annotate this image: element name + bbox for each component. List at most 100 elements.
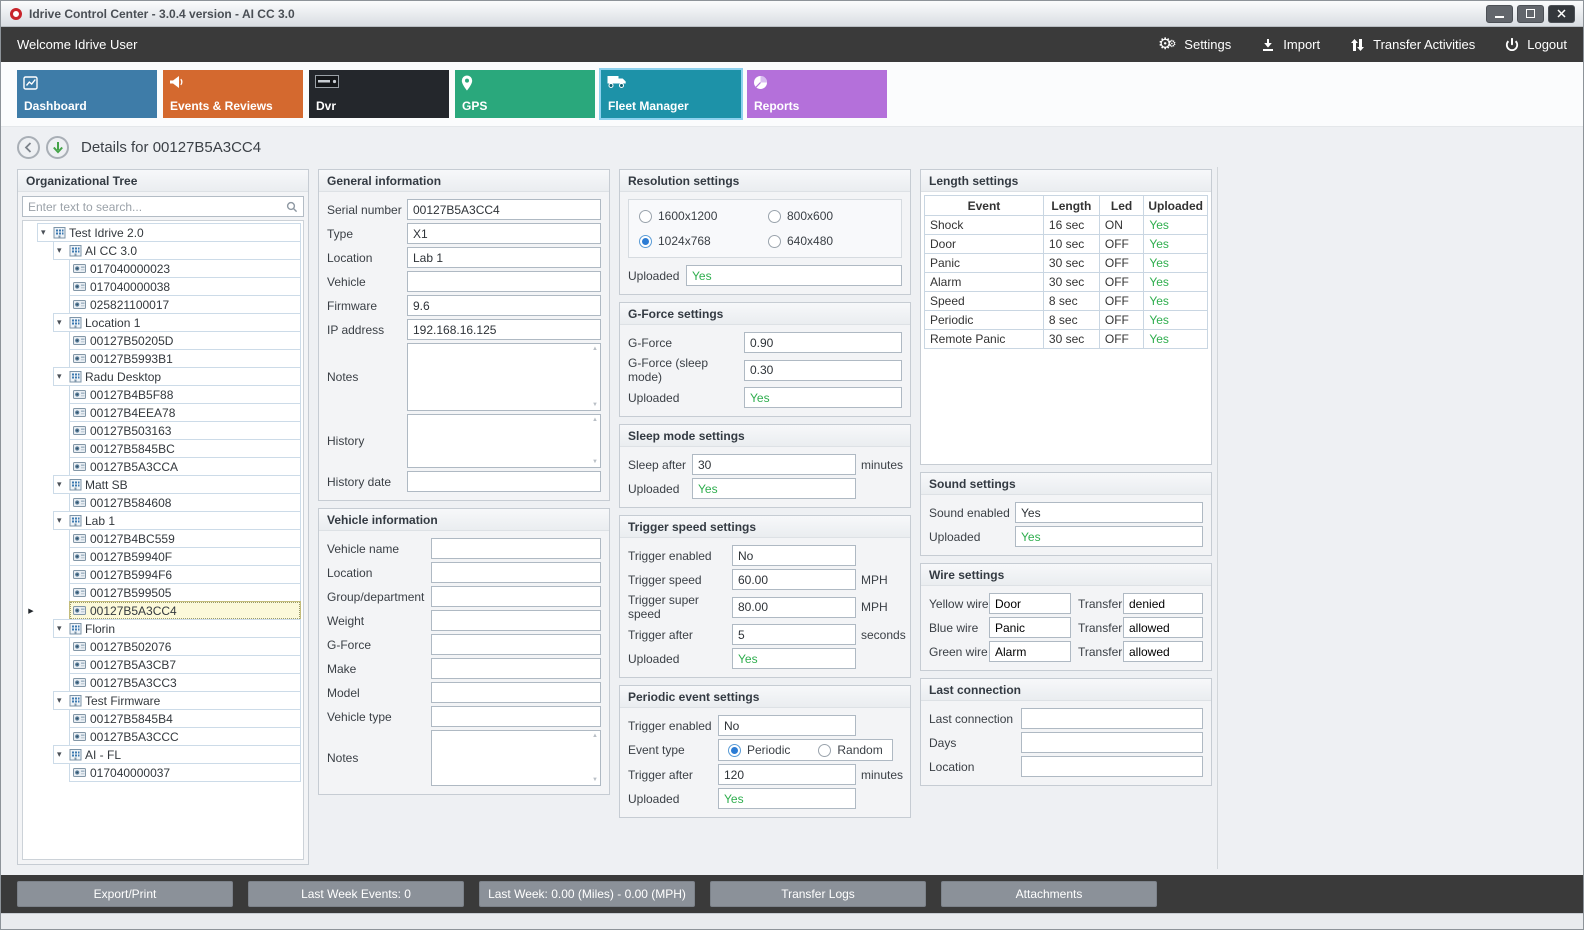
download-details-button[interactable] [46, 136, 69, 159]
tree-device-00127b4bc559[interactable]: 00127B4BC559 [69, 529, 301, 548]
length-row-remote-panic[interactable]: Remote Panic30 secOFFYes [925, 330, 1208, 349]
scroll-up-icon[interactable]: ▲ [592, 346, 598, 352]
length-row-door[interactable]: Door10 secOFFYes [925, 235, 1208, 254]
tab-gps[interactable]: GPS [455, 70, 595, 118]
search-input[interactable] [22, 196, 304, 217]
footer-button-attachments[interactable]: Attachments [941, 881, 1157, 907]
tree-device-00127b5a3ccc[interactable]: 00127B5A3CCC [69, 727, 301, 746]
serial-number-input[interactable] [407, 199, 601, 220]
tree-group-florin[interactable]: ▾Florin [53, 619, 301, 638]
tab-dvr[interactable]: Dvr [309, 70, 449, 118]
tab-events-reviews[interactable]: Events & Reviews [163, 70, 303, 118]
trigger-enabled-input[interactable] [732, 545, 856, 566]
tree-device-00127b5993b1[interactable]: 00127B5993B1 [69, 349, 301, 368]
periodic-uploaded-input[interactable] [718, 788, 856, 809]
tree-device-017040000037[interactable]: 017040000037 [69, 763, 301, 782]
footer-button-last-week-events-0[interactable]: Last Week Events: 0 [248, 881, 464, 907]
sound-enabled-input[interactable] [1015, 502, 1203, 523]
wire-transfer-input[interactable] [1123, 617, 1203, 638]
expander-icon[interactable]: ▾ [57, 480, 66, 489]
search-icon[interactable] [286, 201, 298, 213]
trigger-super-speed-input[interactable] [732, 597, 856, 618]
tree-device-00127b4b5f88[interactable]: 00127B4B5F88 [69, 385, 301, 404]
tree-group-location-1[interactable]: ▾Location 1 [53, 313, 301, 332]
vehicle-gforce-input[interactable] [431, 634, 601, 655]
resolution-option-1024x768[interactable]: 1024x768 [639, 234, 762, 248]
gforce-uploaded-input[interactable] [744, 387, 902, 408]
group-department-input[interactable] [431, 586, 601, 607]
wire-transfer-input[interactable] [1123, 593, 1203, 614]
weight-input[interactable] [431, 610, 601, 631]
notes-textarea[interactable] [407, 343, 601, 411]
scroll-down-icon[interactable]: ▼ [592, 402, 598, 408]
gforce-sleep-input[interactable] [744, 360, 902, 381]
tree-device-00127b50205d[interactable]: 00127B50205D [69, 331, 301, 350]
scroll-up-icon[interactable]: ▲ [592, 417, 598, 423]
sound-uploaded-input[interactable] [1015, 526, 1203, 547]
tab-dashboard[interactable]: Dashboard [17, 70, 157, 118]
tree-device-00127b5a3cc4[interactable]: 00127B5A3CC4 [69, 601, 301, 620]
tab-reports[interactable]: Reports [747, 70, 887, 118]
connection-location-input[interactable] [1021, 756, 1203, 777]
tree-device-017040000023[interactable]: 017040000023 [69, 259, 301, 278]
vehicle-location-input[interactable] [431, 562, 601, 583]
minimize-button[interactable] [1486, 5, 1513, 23]
wire-transfer-input[interactable] [1123, 641, 1203, 662]
trigger-uploaded-input[interactable] [732, 648, 856, 669]
scroll-down-icon[interactable]: ▼ [592, 777, 598, 783]
vehicle-notes-textarea[interactable] [431, 730, 601, 786]
last-connection-input[interactable] [1021, 708, 1203, 729]
tree-group-lab-1[interactable]: ▾Lab 1 [53, 511, 301, 530]
footer-button-export-print[interactable]: Export/Print [17, 881, 233, 907]
event-type-random[interactable]: Random [818, 743, 882, 757]
tree-device-00127b599505[interactable]: 00127B599505 [69, 583, 301, 602]
expander-icon[interactable]: ▾ [57, 624, 66, 633]
expander-icon[interactable]: ▾ [57, 516, 66, 525]
tree-group-test-idrive-2-0[interactable]: ▾Test Idrive 2.0 [37, 223, 301, 242]
tree-group-matt-sb[interactable]: ▾Matt SB [53, 475, 301, 494]
trigger-speed-input[interactable] [732, 569, 856, 590]
expander-icon[interactable]: ▾ [41, 228, 50, 237]
vehicle-input[interactable] [407, 271, 601, 292]
tree-group-ai-fl[interactable]: ▾AI - FL [53, 745, 301, 764]
header-action-logout[interactable]: Logout [1505, 37, 1567, 52]
length-row-speed[interactable]: Speed8 secOFFYes [925, 292, 1208, 311]
scroll-up-icon[interactable]: ▲ [592, 733, 598, 739]
tree-device-025821100017[interactable]: 025821100017 [69, 295, 301, 314]
tree-device-00127b4eea78[interactable]: 00127B4EEA78 [69, 403, 301, 422]
ip-address-input[interactable] [407, 319, 601, 340]
tree-device-017040000038[interactable]: 017040000038 [69, 277, 301, 296]
history-textarea[interactable] [407, 414, 601, 468]
firmware-input[interactable] [407, 295, 601, 316]
tree-device-00127b5a3cc3[interactable]: 00127B5A3CC3 [69, 673, 301, 692]
sleep-uploaded-input[interactable] [692, 478, 856, 499]
footer-button-transfer-logs[interactable]: Transfer Logs [710, 881, 926, 907]
tree-group-radu-desktop[interactable]: ▾Radu Desktop [53, 367, 301, 386]
periodic-enabled-input[interactable] [718, 715, 856, 736]
tree-device-00127b502076[interactable]: 00127B502076 [69, 637, 301, 656]
tree-device-00127b5a3cca[interactable]: 00127B5A3CCA [69, 457, 301, 476]
resolution-option-800x600[interactable]: 800x600 [768, 209, 891, 223]
expander-icon[interactable]: ▾ [57, 696, 66, 705]
wire-event-input[interactable] [989, 593, 1071, 614]
wire-event-input[interactable] [989, 617, 1071, 638]
tree-device-00127b5845bc[interactable]: 00127B5845BC [69, 439, 301, 458]
gforce-input[interactable] [744, 332, 902, 353]
expander-icon[interactable]: ▾ [57, 372, 66, 381]
history-date-input[interactable] [407, 471, 601, 492]
model-input[interactable] [431, 682, 601, 703]
maximize-button[interactable] [1517, 5, 1544, 23]
tree-group-ai-cc-3-0[interactable]: ▾AI CC 3.0 [53, 241, 301, 260]
length-row-shock[interactable]: Shock16 secONYes [925, 216, 1208, 235]
expander-icon[interactable]: ▾ [57, 750, 66, 759]
footer-button-last-week-0-00-miles-0-00-mph[interactable]: Last Week: 0.00 (Miles) - 0.00 (MPH) [479, 881, 695, 907]
event-type-periodic[interactable]: Periodic [728, 743, 790, 757]
close-button[interactable] [1548, 5, 1575, 23]
length-row-periodic[interactable]: Periodic8 secOFFYes [925, 311, 1208, 330]
expander-icon[interactable]: ▾ [57, 246, 66, 255]
tree-device-00127b5994f6[interactable]: 00127B5994F6 [69, 565, 301, 584]
header-action-transfer-activities[interactable]: Transfer Activities [1350, 37, 1475, 52]
type-input[interactable] [407, 223, 601, 244]
header-action-settings[interactable]: ⚙⚙Settings [1158, 37, 1231, 53]
tree-group-test-firmware[interactable]: ▾Test Firmware [53, 691, 301, 710]
